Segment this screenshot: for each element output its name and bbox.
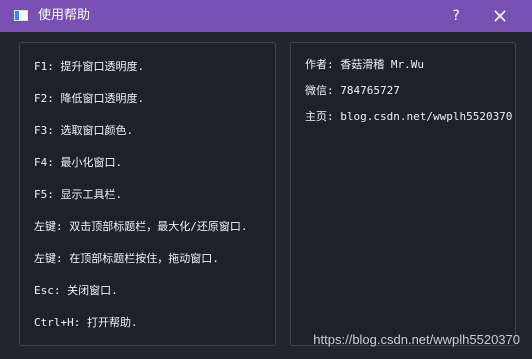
- wechat-line: 微信: 784765727: [305, 84, 400, 97]
- shortcut-esc: Esc: 关闭窗口.: [34, 284, 118, 297]
- shortcut-ctrl-h: Ctrl+H: 打开帮助.: [34, 316, 138, 329]
- watermark: https://blog.csdn.net/wwplh5520370: [313, 332, 520, 347]
- shortcut-f4: F4: 最小化窗口.: [34, 156, 123, 169]
- shortcuts-panel: F1: 提升窗口透明度. F2: 降低窗口透明度. F3: 选取窗口颜色. F4…: [19, 42, 276, 346]
- app-window-icon: [14, 10, 28, 21]
- about-panel: 作者: 香菇滑稽 Mr.Wu 微信: 784765727 主页: blog.cs…: [290, 42, 516, 346]
- shortcut-left-drag: 左键: 在顶部标题栏按住，拖动窗口.: [34, 252, 219, 265]
- author-line: 作者: 香菇滑稽 Mr.Wu: [305, 58, 424, 71]
- shortcut-f5: F5: 显示工具栏.: [34, 188, 123, 201]
- close-icon: [494, 10, 506, 22]
- window-body: F1: 提升窗口透明度. F2: 降低窗口透明度. F3: 选取窗口颜色. F4…: [0, 32, 532, 359]
- title-bar[interactable]: 使用帮助 ?: [0, 0, 532, 32]
- window-title: 使用帮助: [38, 8, 91, 23]
- shortcut-f3: F3: 选取窗口颜色.: [34, 124, 134, 137]
- shortcut-left-double-click: 左键: 双击顶部标题栏，最大化/还原窗口.: [34, 220, 248, 233]
- close-button[interactable]: [490, 6, 510, 26]
- shortcut-f1: F1: 提升窗口透明度.: [34, 60, 145, 73]
- homepage-line: 主页: blog.csdn.net/wwplh5520370: [305, 110, 513, 123]
- shortcut-f2: F2: 降低窗口透明度.: [34, 92, 145, 105]
- help-button[interactable]: ?: [447, 5, 465, 27]
